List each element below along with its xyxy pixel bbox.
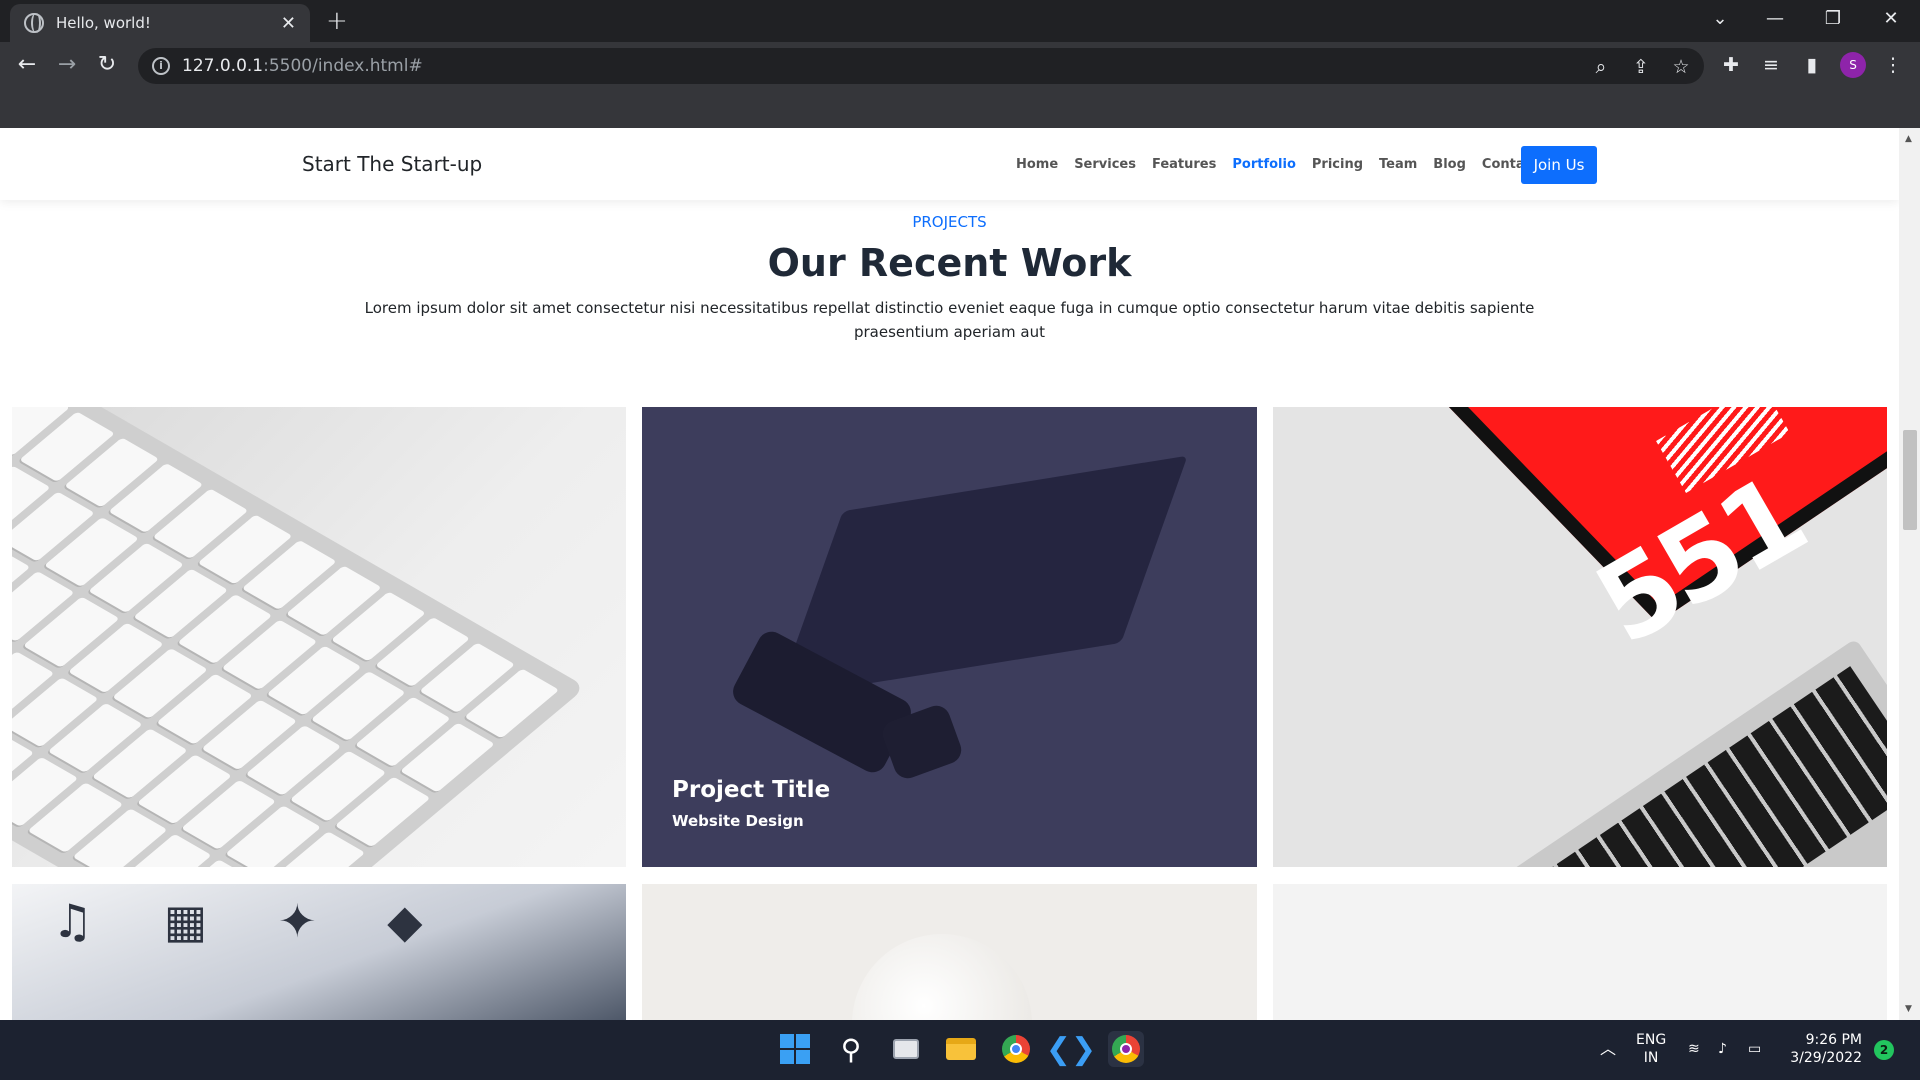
file-explorer-icon[interactable] (943, 1031, 979, 1067)
project-subtitle: Website Design (672, 812, 804, 830)
nav-home[interactable]: Home (1016, 157, 1058, 172)
section-heading: Our Recent Work (767, 241, 1132, 285)
browser-toolbar: ← → ↻ i 127.0.0.1:5500/index.html# ⌕ ⇪ ☆… (0, 42, 1920, 88)
url-host: 127.0.0.1 (182, 56, 264, 76)
address-bar[interactable]: i 127.0.0.1:5500/index.html# ⌕ ⇪ ☆ (138, 48, 1704, 84)
profile-avatar[interactable]: S (1840, 52, 1866, 78)
battery-icon[interactable]: ▭ (1748, 1040, 1761, 1058)
portfolio-card-light[interactable] (1273, 884, 1887, 1020)
bulb-image (852, 934, 1032, 1020)
task-view-icon[interactable] (888, 1031, 924, 1067)
back-arrow-icon[interactable]: ← (12, 50, 42, 80)
restore-button[interactable]: ❐ (1808, 4, 1858, 34)
scrollbar-thumb[interactable] (1903, 430, 1917, 530)
browser-tab-bar: Hello, world! ✕ + ⌄ — ❐ ✕ (0, 0, 1920, 42)
clock[interactable]: 9:26 PM 3/29/2022 (1790, 1031, 1862, 1067)
url-text: 127.0.0.1:5500/index.html# (182, 56, 423, 76)
new-tab-button[interactable]: + (326, 6, 348, 36)
portfolio-card-red-laptop[interactable]: 551 (1273, 407, 1887, 867)
laptop-keyboard-image (1507, 638, 1887, 867)
reload-icon[interactable]: ↻ (92, 50, 122, 80)
search-icon[interactable]: ⚲ (833, 1031, 869, 1067)
nav-services[interactable]: Services (1074, 157, 1136, 172)
scroll-up-arrow-icon[interactable]: ▲ (1905, 134, 1912, 144)
section-eyebrow: PROJECTS (912, 213, 987, 231)
menu-kebab-icon[interactable]: ⋮ (1878, 50, 1908, 80)
wifi-icon[interactable]: ≋ (1688, 1040, 1700, 1058)
side-panel-icon[interactable]: ▮ (1797, 50, 1827, 80)
volume-icon[interactable]: ♪ (1718, 1040, 1727, 1058)
close-window-button[interactable]: ✕ (1866, 4, 1916, 34)
join-us-button[interactable]: Join Us (1521, 146, 1597, 184)
clock-date: 3/29/2022 (1790, 1050, 1862, 1066)
site-menu: Home Services Features Portfolio Pricing… (1016, 157, 1539, 172)
extensions-icon[interactable]: ✚ (1716, 50, 1746, 80)
bookmark-star-icon[interactable]: ☆ (1668, 56, 1694, 78)
nav-features[interactable]: Features (1152, 157, 1216, 172)
region-code: IN (1643, 1050, 1659, 1066)
clock-time: 9:26 PM (1805, 1032, 1862, 1048)
tab-title: Hello, world! (56, 14, 151, 32)
nav-blog[interactable]: Blog (1433, 157, 1466, 172)
portfolio-card-keyboard[interactable] (12, 407, 626, 867)
chrome-icon[interactable] (998, 1031, 1034, 1067)
portfolio-card-bulb[interactable] (642, 884, 1257, 1020)
url-path: :5500/index.html# (263, 56, 423, 76)
site-info-icon[interactable]: i (152, 57, 170, 75)
chrome-profile-icon[interactable] (1108, 1031, 1144, 1067)
tray-chevron-up-icon[interactable]: ︿ (1600, 1040, 1616, 1058)
start-windows-icon[interactable] (777, 1031, 813, 1067)
zoom-icon[interactable]: ⌕ (1588, 56, 1614, 78)
page-viewport: Start The Start-up Home Services Feature… (0, 128, 1899, 1020)
nav-team[interactable]: Team (1379, 157, 1417, 172)
language-indicator[interactable]: ENG IN (1636, 1031, 1666, 1067)
tab-search-chevron-icon[interactable]: ⌄ (1695, 4, 1745, 34)
minimize-button[interactable]: — (1750, 4, 1800, 34)
close-tab-icon[interactable]: ✕ (281, 13, 296, 34)
portfolio-card-featured[interactable]: Project Title Website Design (642, 407, 1257, 867)
site-brand[interactable]: Start The Start-up (302, 152, 482, 176)
app-icons-image: ♫ ▦ ✦ ◆ (52, 894, 451, 948)
site-navbar: Start The Start-up Home Services Feature… (0, 128, 1899, 200)
section-lead: Lorem ipsum dolor sit amet consectetur n… (364, 299, 1535, 341)
vscode-icon[interactable]: ❮❯ (1046, 1031, 1096, 1067)
language-code: ENG (1636, 1032, 1667, 1048)
notification-badge[interactable]: 2 (1874, 1040, 1894, 1060)
portfolio-card-icons[interactable]: ♫ ▦ ✦ ◆ (12, 884, 626, 1020)
project-title: Project Title (672, 777, 831, 803)
reading-list-icon[interactable]: ≡ (1756, 50, 1786, 80)
scroll-down-arrow-icon[interactable]: ▼ (1905, 1004, 1912, 1014)
nav-portfolio[interactable]: Portfolio (1232, 157, 1296, 172)
forward-arrow-icon[interactable]: → (52, 50, 82, 80)
keyboard-image (12, 407, 587, 867)
page-scrollbar[interactable] (1899, 128, 1920, 1020)
browser-tab[interactable]: Hello, world! ✕ (10, 4, 310, 42)
nav-pricing[interactable]: Pricing (1312, 157, 1363, 172)
globe-icon (24, 13, 44, 33)
laptop-image (776, 455, 1188, 699)
browser-chrome-band (0, 88, 1920, 128)
share-icon[interactable]: ⇪ (1628, 56, 1654, 78)
